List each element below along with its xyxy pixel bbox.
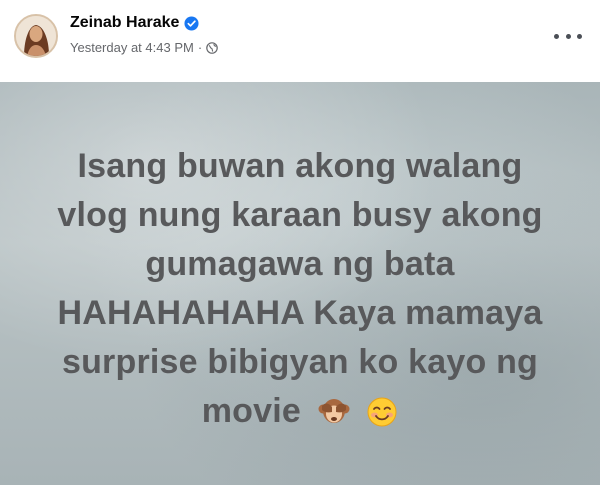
post-background-card: Isang buwan akong walang vlog nung karaa… <box>0 82 600 485</box>
post-text-line: vlog nung karaan busy akong <box>57 196 543 234</box>
post-timestamp[interactable]: Yesterday at 4:43 PM <box>70 40 194 55</box>
post-header: Zeinab Harake Yesterday at 4:43 PM · <box>0 0 600 82</box>
see-no-evil-monkey-emoji <box>317 393 351 442</box>
more-options-icon[interactable] <box>554 28 582 44</box>
post-text-line: movie <box>201 392 301 430</box>
meta-separator: · <box>197 40 203 55</box>
smiling-face-emoji <box>366 393 398 442</box>
author-avatar[interactable] <box>14 14 58 58</box>
author-name[interactable]: Zeinab Harake <box>70 14 179 32</box>
more-dot <box>554 33 559 39</box>
post-text-line: gumagawa ng bata <box>145 245 455 283</box>
post-text-line: surprise bibigyan ko kayo ng <box>61 343 539 381</box>
post-text-last-line: movie <box>20 387 580 442</box>
post-meta: Yesterday at 4:43 PM · <box>70 40 218 55</box>
post-text: Isang buwan akong walang vlog nung karaa… <box>20 142 580 442</box>
more-dot <box>577 33 582 39</box>
more-dot <box>565 33 571 39</box>
post-text-line: Isang buwan akong walang <box>77 147 523 185</box>
post-text-line: HAHAHAHAHA Kaya mamaya <box>57 294 543 332</box>
globe-icon[interactable] <box>206 41 218 54</box>
verified-badge-icon <box>184 15 199 31</box>
facebook-post: Zeinab Harake Yesterday at 4:43 PM · Isa… <box>0 0 600 485</box>
